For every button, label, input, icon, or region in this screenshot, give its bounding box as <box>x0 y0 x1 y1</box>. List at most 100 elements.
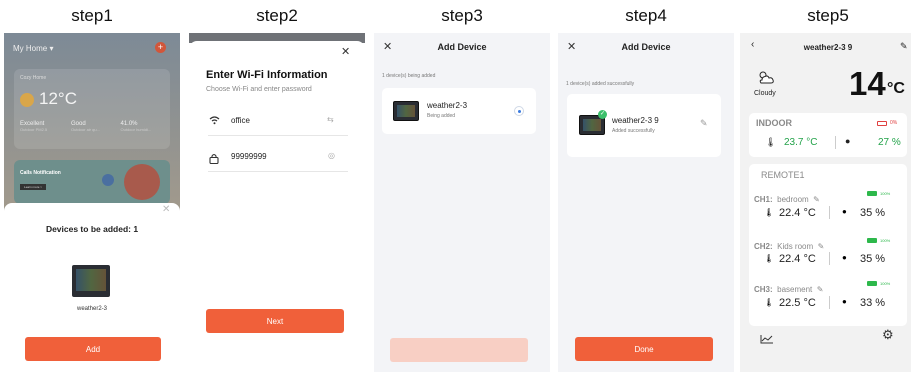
indoor-humidity: 27 % <box>878 137 901 148</box>
channel-temp: 22.4 °C <box>779 253 816 265</box>
sheet-title: Devices to be added: 1 <box>45 224 139 234</box>
step5-panel: step5 ‹ weather2-3 9 ✎ Cloudy 14 °C INDO… <box>740 0 911 372</box>
channel-battery: 100% <box>880 191 891 196</box>
wifi-sheet: ✕ Enter Wi-Fi Information Choose Wi-Fi a… <box>189 41 365 372</box>
sun-icon <box>20 93 34 107</box>
home-card-title: Cozy Home <box>20 75 47 81</box>
done-button[interactable]: Done <box>575 337 713 361</box>
devices-sheet: ✕ Devices to be added: 1 weather2-3 Add <box>4 203 180 372</box>
thermometer-icon: 🌡︎ <box>765 137 777 147</box>
channel-row[interactable]: CH1: bedroom ✎ <box>754 189 820 207</box>
step-label: step2 <box>256 6 298 25</box>
ssid-field[interactable]: office <box>231 116 250 125</box>
success-status: 1 device(s) added successfully <box>566 81 635 87</box>
edit-icon[interactable]: ✎ <box>900 41 908 52</box>
battery-icon <box>867 238 877 243</box>
close-icon[interactable]: ✕ <box>341 45 350 58</box>
home-metrics: Excellent Outdoor PM2.5 Good Outdoor air q… <box>20 121 152 132</box>
password-field[interactable]: 99999999 <box>231 152 267 161</box>
temp-unit: °C <box>887 80 905 97</box>
channel-temp: 22.5 °C <box>779 297 816 309</box>
device-name: weather2-3 9 <box>612 116 659 125</box>
page-title: Add Device <box>437 42 487 52</box>
phone-screen: My Home ▾ + Cozy Home 12°C Excellent Outd… <box>4 33 180 372</box>
step-label: step4 <box>625 6 667 25</box>
device-name: weather2-3 <box>76 306 108 312</box>
humidity-icon: ● <box>845 136 851 146</box>
battery-icon <box>867 281 877 286</box>
adding-status: 1 device(s) being added <box>382 73 436 79</box>
check-icon: ✓ <box>598 110 607 119</box>
edit-icon[interactable]: ✎ <box>700 118 708 129</box>
channel-humidity: 33 % <box>860 297 886 309</box>
current-temp: 14 <box>849 65 886 102</box>
humidity-icon: ● <box>842 207 847 216</box>
step2-panel: step2 ✕ Enter Wi-Fi Information Choose W… <box>189 0 365 372</box>
indoor-battery: 0% <box>890 120 898 126</box>
wifi-title: Enter Wi-Fi Information <box>206 69 328 81</box>
device-status: Added successfully <box>612 128 655 134</box>
wifi-icon <box>209 115 220 128</box>
divider <box>208 135 348 136</box>
phone-icon <box>124 164 160 200</box>
weather-label: Cloudy <box>754 90 776 97</box>
home-weather-card: Cozy Home 12°C Excellent Outdoor PM2.5 Go… <box>14 69 170 149</box>
indoor-label: INDOOR <box>756 118 792 128</box>
divider <box>829 252 830 265</box>
edit-icon: ✎ <box>813 195 820 204</box>
divider <box>835 136 836 149</box>
next-button[interactable]: Next <box>206 309 344 333</box>
calls-card[interactable]: Calls Notification Learn more > <box>14 160 170 204</box>
device-card: ✓ weather2-3 9 Added successfully ✎ <box>567 94 721 157</box>
home-temp: 12°C <box>39 89 77 108</box>
disabled-button <box>390 338 528 362</box>
step4-panel: step4 ✕ Add Device 1 device(s) added suc… <box>558 0 734 372</box>
channel-humidity: 35 % <box>860 207 886 219</box>
calls-title: Calls Notification <box>20 170 61 176</box>
add-button[interactable]: Add <box>25 337 161 361</box>
channel-row[interactable]: CH3: basement ✎ <box>754 279 823 297</box>
step-label: step3 <box>441 6 483 25</box>
step-label: step5 <box>807 6 849 25</box>
close-icon[interactable]: ✕ <box>162 204 170 215</box>
wifi-subtitle: Choose Wi-Fi and enter password <box>206 86 312 93</box>
channel-battery: 100% <box>880 238 891 243</box>
phone-screen: ✕ Enter Wi-Fi Information Choose Wi-Fi a… <box>189 33 365 372</box>
eye-icon[interactable]: ◎ <box>328 151 335 160</box>
add-icon[interactable]: + <box>155 42 166 53</box>
indoor-card[interactable]: INDOOR 0% 🌡︎ 23.7 °C ● 27 % <box>749 113 907 157</box>
device-name: weather2-3 <box>427 101 468 110</box>
phone-screen: ✕ Add Device 1 device(s) being added wea… <box>374 33 550 372</box>
device-image <box>393 101 419 121</box>
device-title: weather2-3 9 <box>803 43 853 52</box>
phone-screen: ✕ Add Device 1 device(s) added successfu… <box>558 33 734 372</box>
channel-battery: 100% <box>880 281 891 286</box>
divider <box>829 206 830 219</box>
device-status: Being added <box>427 113 456 119</box>
channel-row[interactable]: CH2: Kids room ✎ <box>754 236 824 254</box>
thermometer-icon: 🌡︎ <box>764 254 775 263</box>
switch-network-icon[interactable]: ⇆ <box>327 115 334 124</box>
edit-icon: ✎ <box>816 285 824 294</box>
step-label: step1 <box>71 6 113 25</box>
indoor-temp: 23.7 °C <box>784 137 818 148</box>
loading-spinner-icon <box>514 106 524 116</box>
edit-icon: ✎ <box>817 242 825 251</box>
page-title: Add Device <box>621 42 671 52</box>
learn-more-button[interactable]: Learn more > <box>20 184 46 190</box>
home-selector[interactable]: My Home ▾ <box>13 44 53 53</box>
humidity-icon: ● <box>842 253 847 262</box>
step3-panel: step3 ✕ Add Device 1 device(s) being add… <box>374 0 550 372</box>
chart-icon[interactable] <box>760 331 774 349</box>
home-icon <box>102 174 114 186</box>
cloudy-icon <box>757 69 775 90</box>
device-image <box>72 265 110 299</box>
device-card: weather2-3 Being added <box>382 88 536 134</box>
battery-low-icon <box>877 121 887 126</box>
divider <box>208 171 348 172</box>
lock-icon <box>209 151 219 169</box>
settings-icon[interactable]: ⚙ <box>882 327 894 343</box>
step1-panel: step1 My Home ▾ + Cozy Home 12°C Excelle… <box>4 0 180 372</box>
divider <box>829 296 830 309</box>
channel-humidity: 35 % <box>860 253 886 265</box>
